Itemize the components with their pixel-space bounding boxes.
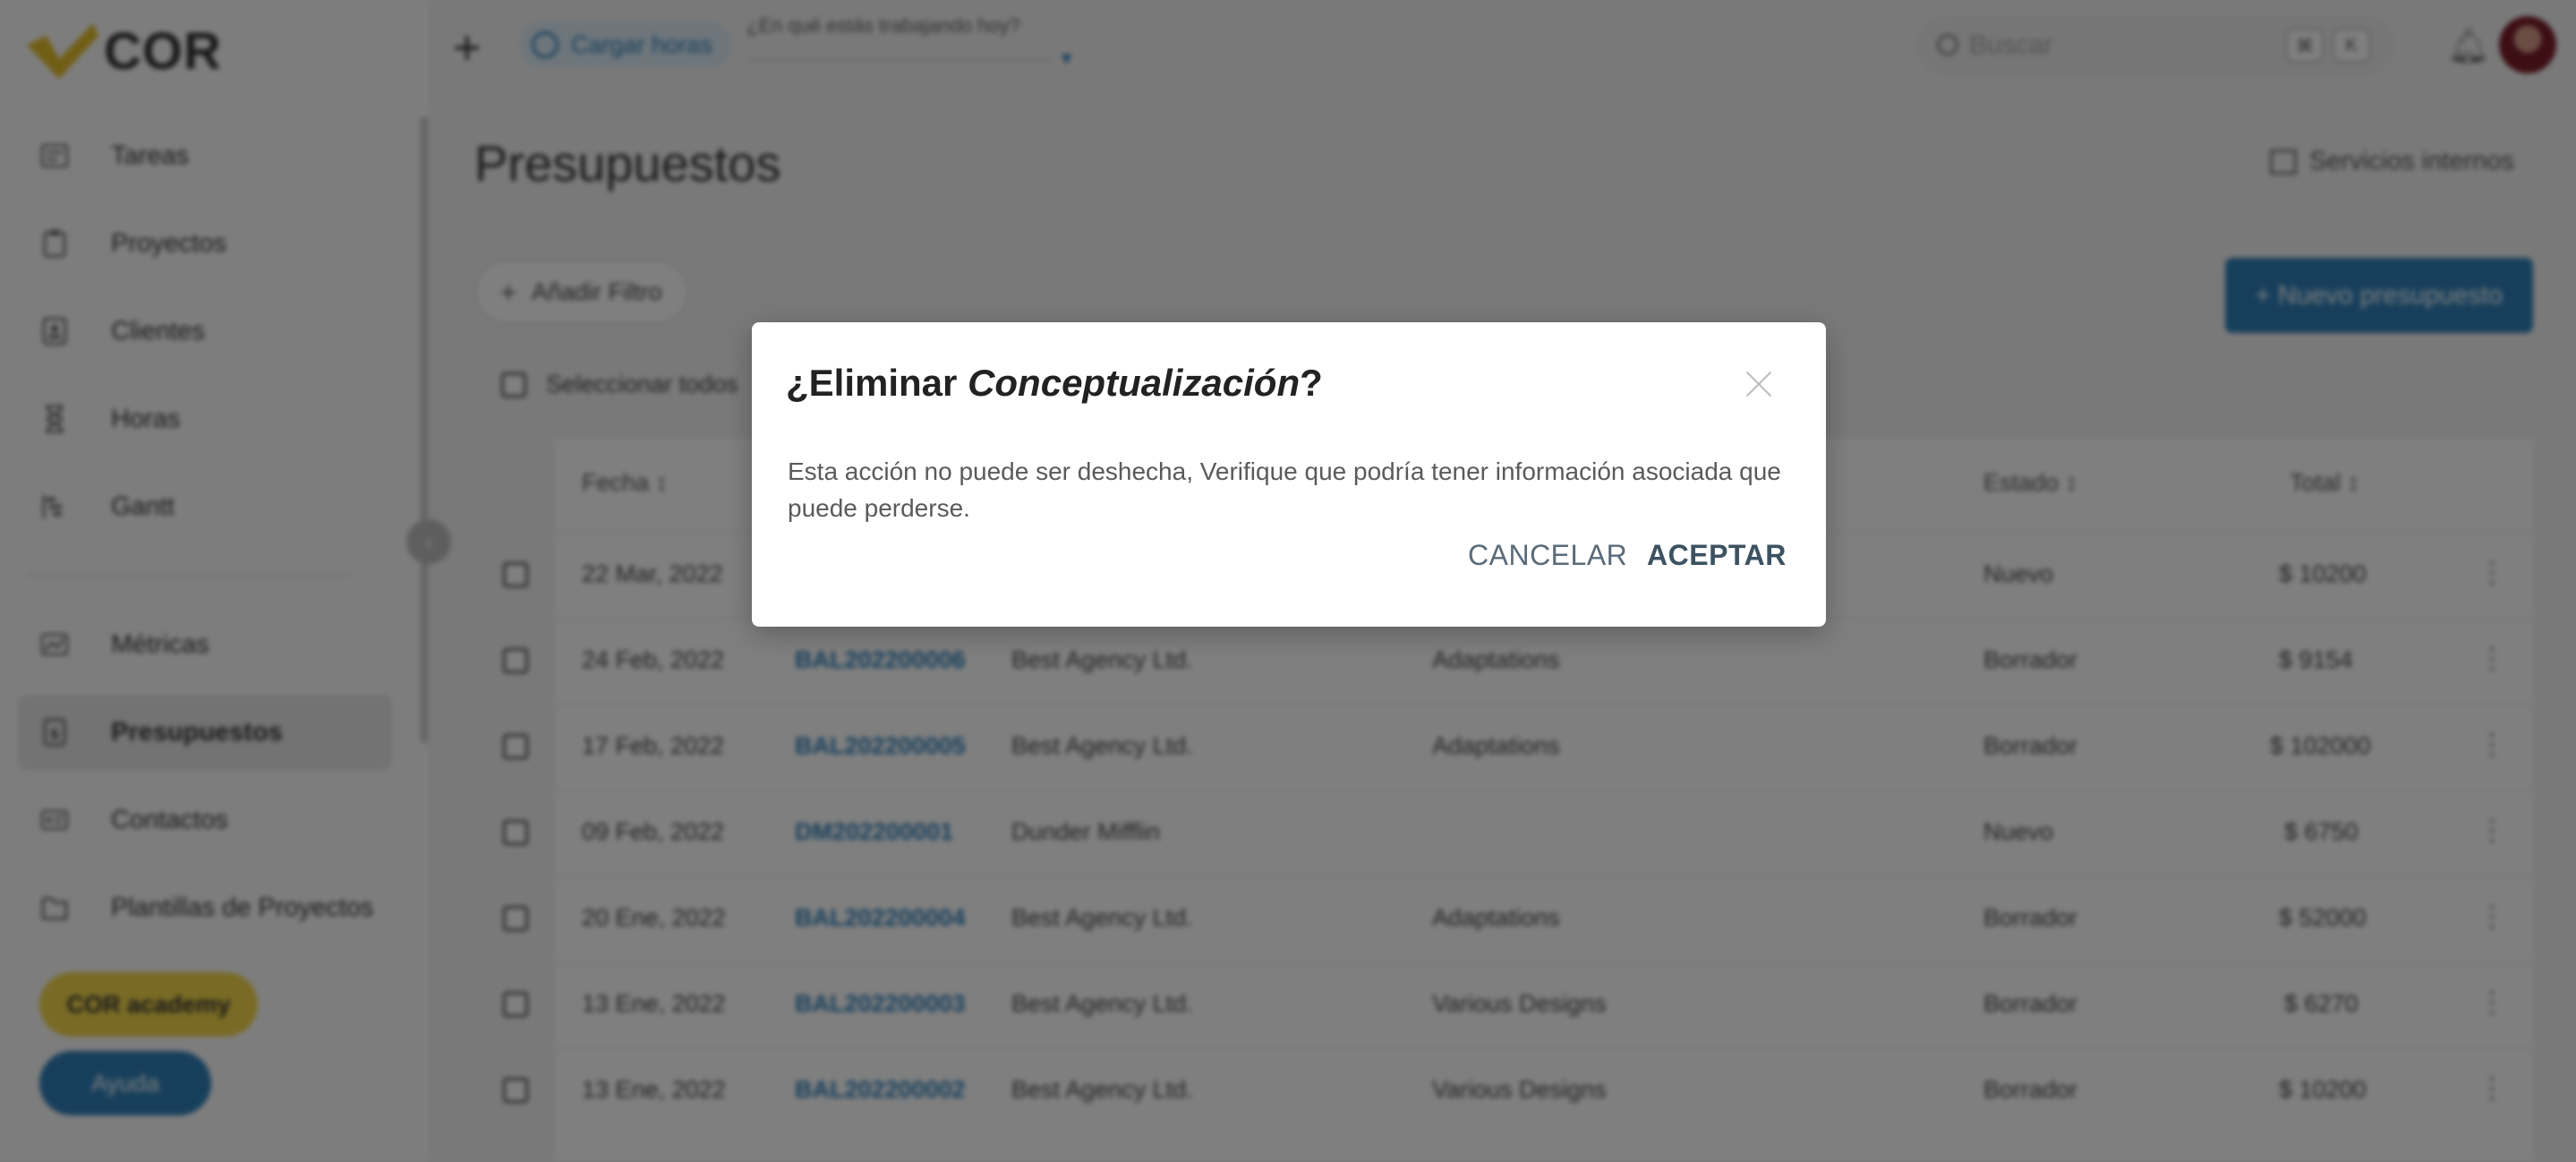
dialog-title-prefix: ¿Eliminar	[786, 362, 968, 404]
accept-button[interactable]: ACEPTAR	[1647, 539, 1787, 572]
delete-confirm-dialog: ¿Eliminar Conceptualización? Esta acción…	[752, 322, 1826, 627]
dialog-title-item: Conceptualización	[968, 362, 1301, 404]
cancel-button[interactable]: CANCELAR	[1468, 539, 1627, 572]
dialog-title-suffix: ?	[1300, 362, 1323, 404]
dialog-message: Esta acción no puede ser deshecha, Verif…	[788, 457, 1781, 522]
close-icon[interactable]	[1744, 369, 1774, 399]
dialog-title: ¿Eliminar Conceptualización?	[786, 362, 1323, 405]
